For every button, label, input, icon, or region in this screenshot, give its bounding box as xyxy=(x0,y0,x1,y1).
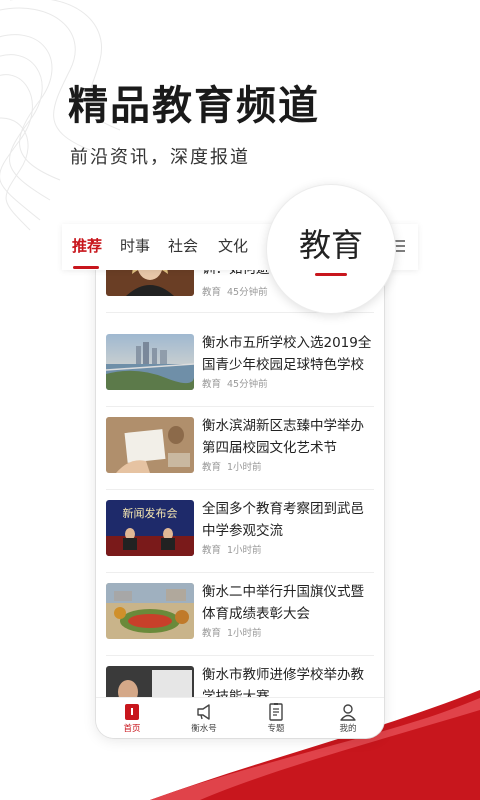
education-tab-magnifier[interactable]: 教育 xyxy=(266,184,396,314)
nav-label: 我的 xyxy=(339,724,357,734)
tab-culture[interactable]: 文化 xyxy=(218,236,248,256)
nav-home[interactable]: 首页 xyxy=(96,698,168,738)
active-tab-indicator xyxy=(73,266,99,269)
nav-mine[interactable]: 我的 xyxy=(312,698,384,738)
nav-hengshuihao[interactable]: 衡水号 xyxy=(168,698,240,738)
tab-education[interactable]: 教育 xyxy=(267,225,395,265)
news-time: 45分钟前 xyxy=(227,379,268,390)
news-title: 衡水市五所学校入选2019全国青少年校园足球特色学校 xyxy=(202,335,372,373)
tab-society[interactable]: 社会 xyxy=(168,236,198,256)
megaphone-icon xyxy=(197,704,210,720)
news-title: 全国多个教育考察团到武邑中学参观交流 xyxy=(202,501,364,539)
nav-label: 专题 xyxy=(267,724,285,734)
news-category: 教育 xyxy=(202,462,222,473)
hero-title: 精品教育频道 xyxy=(68,83,320,129)
news-category: 教育 xyxy=(202,628,222,639)
nav-label: 衡水号 xyxy=(191,724,217,734)
news-thumbnail xyxy=(106,417,194,473)
news-item[interactable]: 新闻发布会 全国多个教育考察团到武邑中学参观交流 教育 1小时前 xyxy=(106,500,374,573)
news-time: 1小时前 xyxy=(227,462,262,473)
news-meta: 教育 1小时前 xyxy=(202,544,268,558)
hero-subtitle: 前沿资讯，深度报道 xyxy=(70,147,250,168)
news-thumbnail xyxy=(106,666,194,700)
nav-label: 首页 xyxy=(123,724,141,734)
news-time: 1小时前 xyxy=(227,628,262,639)
news-category: 教育 xyxy=(202,379,222,390)
news-time: 1小时前 xyxy=(227,545,262,556)
news-title: 衡水二中举行升国旗仪式暨体育成绩表彰大会 xyxy=(202,584,364,622)
news-title: 衡水滨湖新区志臻中学举办第四届校园文化艺术节 xyxy=(202,418,364,456)
news-item[interactable]: 衡水市五所学校入选2019全国青少年校园足球特色学校 教育 45分钟前 xyxy=(106,334,374,407)
news-meta: 教育 1小时前 xyxy=(202,627,268,641)
news-feed[interactable]: 训：如何避 教育45分钟前 衡水市五所学校入选20 xyxy=(96,250,384,700)
news-meta: 教育 45分钟前 xyxy=(202,286,274,300)
user-icon xyxy=(340,704,356,721)
news-category: 教育 xyxy=(202,287,222,298)
tab-recommend[interactable]: 推荐 xyxy=(72,236,102,256)
news-thumbnail xyxy=(106,583,194,639)
nav-topics[interactable]: 专题 xyxy=(240,698,312,738)
news-meta: 教育 1小时前 xyxy=(202,461,268,475)
news-category: 教育 xyxy=(202,545,222,556)
news-item[interactable]: 衡水滨湖新区志臻中学举办第四届校园文化艺术节 教育 1小时前 xyxy=(106,417,374,490)
news-title: 衡水市教师进修学校举办教学技能大赛 xyxy=(202,667,364,700)
news-item[interactable]: 衡水二中举行升国旗仪式暨体育成绩表彰大会 教育 1小时前 xyxy=(106,583,374,656)
news-meta: 教育 45分钟前 xyxy=(202,378,274,392)
bottom-navigation: 首页 衡水号 专题 我的 xyxy=(96,697,384,738)
document-icon xyxy=(269,703,283,721)
education-tab-indicator xyxy=(315,273,347,276)
home-icon xyxy=(125,704,139,720)
news-time: 45分钟前 xyxy=(227,287,268,298)
phone-mockup: 训：如何避 教育45分钟前 衡水市五所学校入选20 xyxy=(96,250,384,738)
news-thumbnail xyxy=(106,334,194,390)
tab-current-affairs[interactable]: 时事 xyxy=(120,236,150,256)
news-item[interactable]: 衡水市教师进修学校举办教学技能大赛 xyxy=(106,666,374,700)
news-thumbnail: 新闻发布会 xyxy=(106,500,194,556)
news-thumbnail-caption: 新闻发布会 xyxy=(123,506,178,520)
